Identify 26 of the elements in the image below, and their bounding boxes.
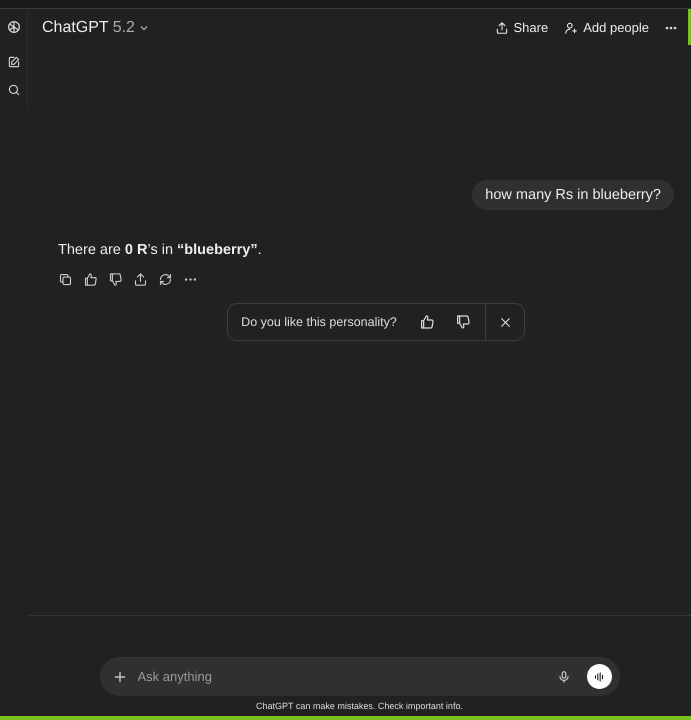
add-people-button[interactable]: Add people — [564, 20, 649, 35]
more-icon[interactable] — [665, 26, 677, 30]
thumbs-down-icon[interactable] — [108, 272, 123, 287]
microphone-icon — [556, 670, 570, 684]
disclaimer: ChatGPT can make mistakes. Check important info. — [256, 701, 463, 711]
share-icon[interactable] — [494, 20, 509, 34]
message-input[interactable]: Ask anything — [136, 668, 548, 685]
waveform-icon — [592, 670, 606, 684]
thumbs-down-icon — [454, 314, 471, 330]
assistant-message: There are 0 R’s in “blueberry”. — [58, 242, 263, 258]
feedback-question: Do you like this personality? — [240, 315, 398, 329]
model-selector[interactable]: ChatGPT 5.2 — [42, 18, 149, 36]
thumbs-up-icon — [418, 314, 435, 330]
regenerate-icon[interactable] — [158, 272, 173, 287]
share-icon[interactable] — [133, 272, 148, 287]
share-button[interactable]: Share — [494, 20, 548, 35]
user-message: how many Rs in blueberry? — [472, 180, 674, 210]
microphone-button[interactable] — [556, 670, 570, 684]
new-chat-icon[interactable] — [6, 55, 20, 69]
thumbs-up-icon[interactable] — [83, 272, 98, 287]
logo-icon[interactable] — [6, 19, 22, 35]
add-person-icon[interactable] — [564, 20, 578, 34]
copy-icon[interactable] — [58, 272, 73, 287]
search-icon[interactable] — [6, 83, 20, 97]
voice-mode-button[interactable] — [586, 664, 612, 689]
message-field[interactable]: Ask anything — [100, 657, 620, 696]
